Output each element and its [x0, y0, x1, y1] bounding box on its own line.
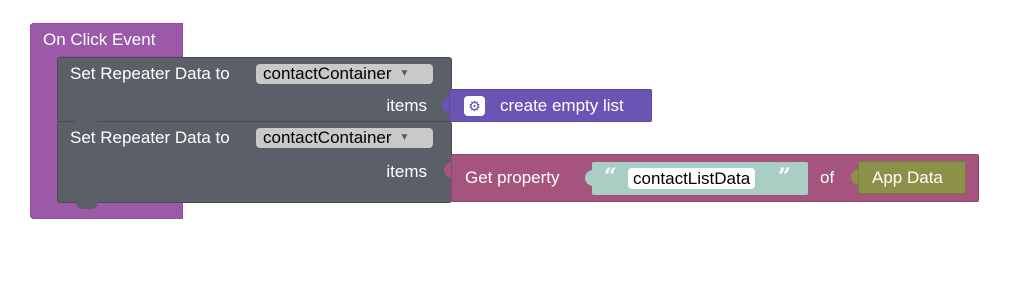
dropdown-value: contactContainer: [263, 128, 392, 147]
text-value-field[interactable]: contactListData: [628, 168, 756, 189]
open-quote-icon: “: [604, 164, 617, 190]
list-label: create empty list: [500, 96, 624, 115]
of-label: of: [820, 168, 835, 187]
close-quote-icon: ”: [778, 164, 791, 190]
mutator-button[interactable]: ⚙: [464, 96, 485, 116]
component-dropdown[interactable]: contactContainer ▼: [256, 128, 433, 148]
dropdown-arrow-icon: ▼: [399, 68, 410, 79]
block-connector-notch: [76, 202, 98, 209]
set-repeater-data-block-1[interactable]: Set Repeater Data to contactContainer ▼ …: [57, 57, 452, 123]
get-property-label: Get property: [465, 168, 560, 187]
text-literal-block[interactable]: “ contactListData ”: [592, 162, 808, 195]
app-data-block[interactable]: App Data: [858, 161, 966, 194]
set-repeater-label: Set Repeater Data to: [70, 128, 230, 147]
dropdown-arrow-icon: ▼: [399, 132, 410, 143]
component-dropdown[interactable]: contactContainer ▼: [256, 64, 433, 84]
set-repeater-data-block-2[interactable]: Set Repeater Data to contactContainer ▼ …: [57, 121, 452, 203]
create-empty-list-block[interactable]: ⚙ create empty list: [449, 89, 652, 122]
event-label: On Click Event: [43, 30, 156, 49]
gear-icon: ⚙: [468, 98, 481, 114]
set-repeater-label: Set Repeater Data to: [70, 64, 230, 83]
app-data-label: App Data: [872, 168, 943, 187]
block-connector-notch: [75, 121, 97, 128]
dropdown-value: contactContainer: [263, 64, 392, 83]
items-label: items: [386, 162, 427, 181]
items-label: items: [386, 96, 427, 115]
